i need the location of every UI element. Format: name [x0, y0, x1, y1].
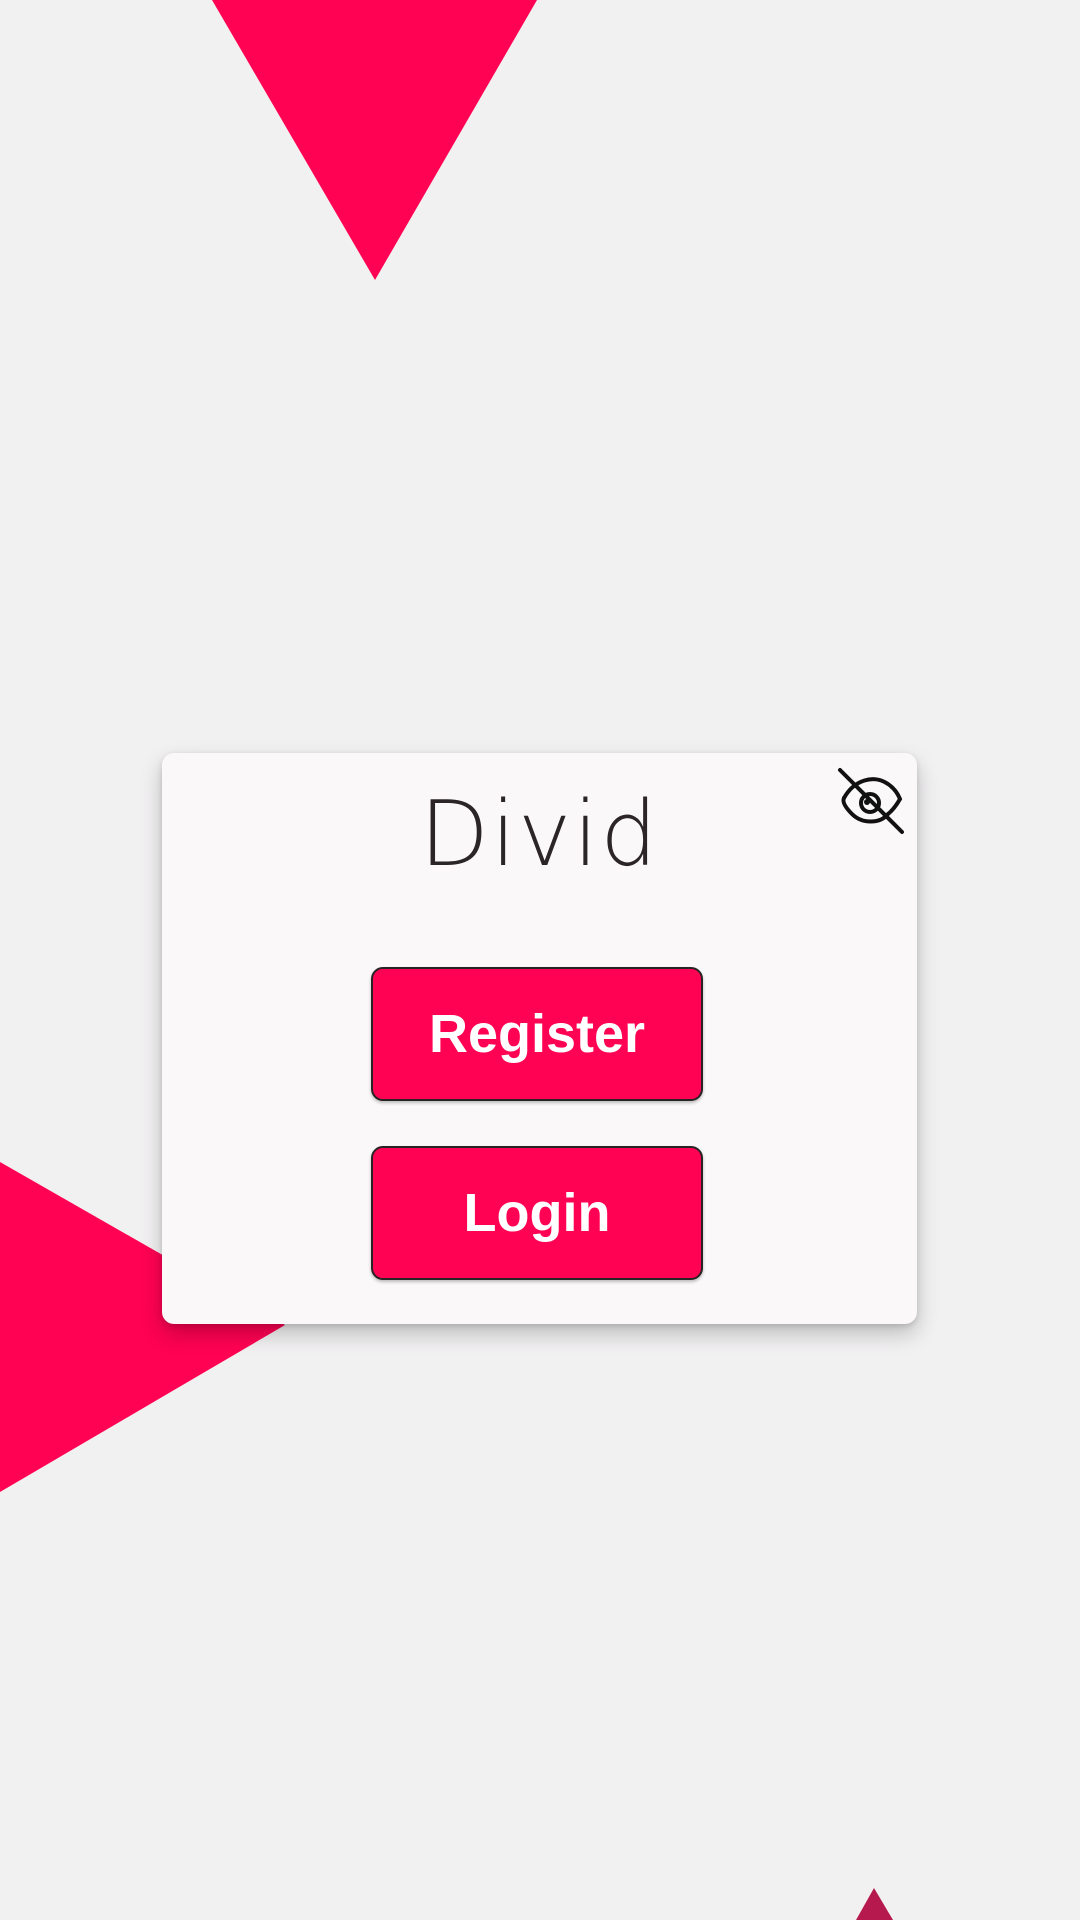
- bottom-right-triangle: [856, 1888, 893, 1920]
- app-title: Divid: [419, 782, 660, 887]
- register-button[interactable]: Register: [371, 967, 703, 1101]
- welcome-screen: Divid Register Login: [0, 0, 1080, 1920]
- top-triangle: [212, 0, 537, 280]
- login-button[interactable]: Login: [371, 1146, 703, 1280]
- welcome-card: Divid Register Login: [162, 753, 917, 1324]
